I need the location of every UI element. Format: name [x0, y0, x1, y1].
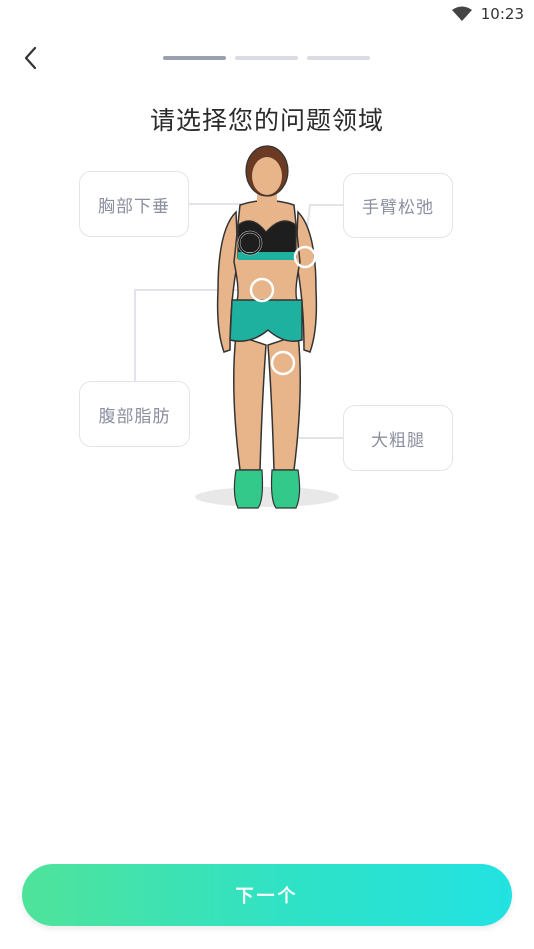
area-chest-button[interactable]: 胸部下垂 — [79, 171, 189, 237]
area-thigh-button[interactable]: 大粗腿 — [343, 405, 453, 471]
body-illustration — [134, 145, 343, 509]
area-belly-button[interactable]: 腹部脂肪 — [79, 381, 190, 447]
next-button[interactable]: 下一个 — [22, 864, 512, 926]
area-arm-button[interactable]: 手臂松弛 — [343, 173, 453, 238]
